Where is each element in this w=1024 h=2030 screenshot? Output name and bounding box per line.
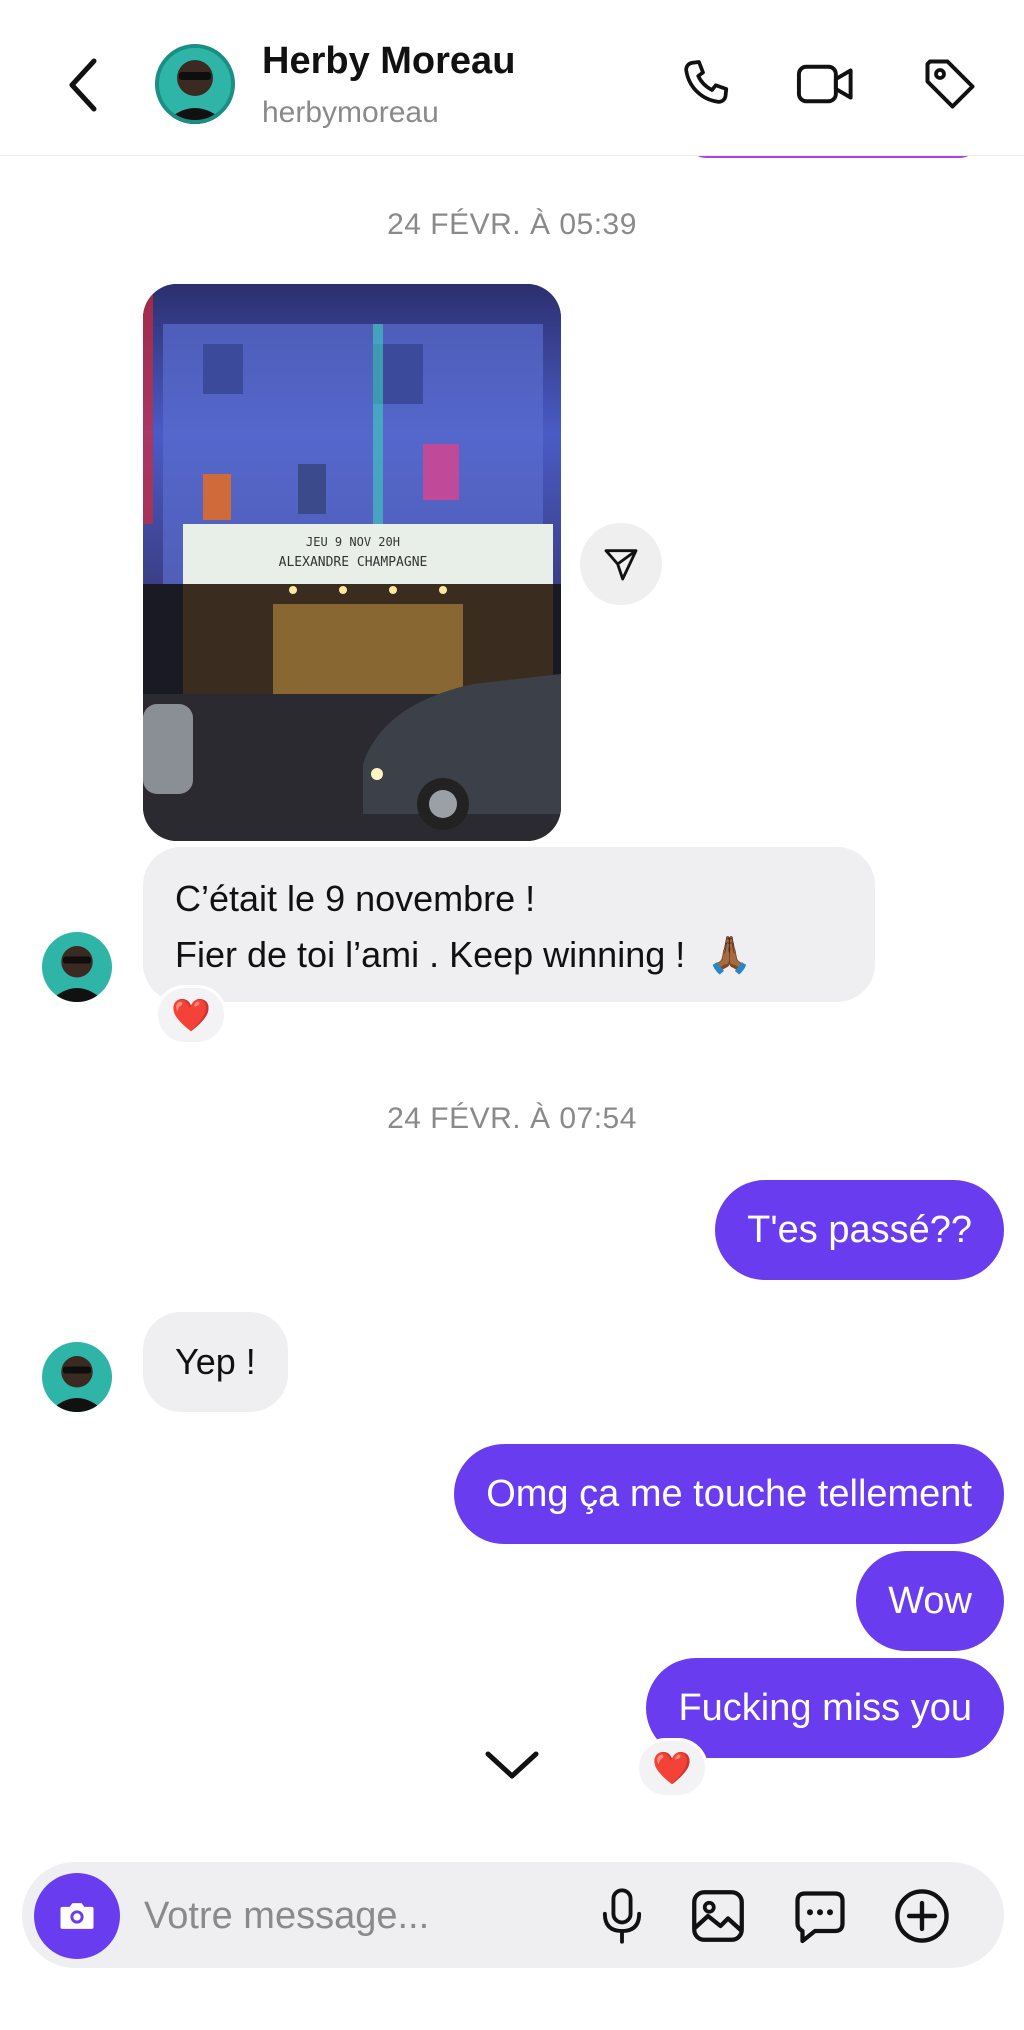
tag-icon bbox=[925, 59, 975, 109]
outgoing-message[interactable]: T'es passé?? bbox=[715, 1180, 1004, 1280]
contact-name[interactable]: Herby Moreau bbox=[262, 40, 515, 83]
heart-reaction[interactable]: ❤️ bbox=[155, 985, 227, 1045]
more-options-button[interactable] bbox=[886, 1880, 958, 1952]
conversation-header: Herby Moreau herbymoreau bbox=[0, 0, 1024, 156]
shared-photo[interactable]: JEU 9 NOV 20H ALEXANDRE CHAMPAGNE bbox=[143, 284, 561, 841]
send-share-icon bbox=[604, 549, 638, 581]
share-button[interactable] bbox=[580, 523, 662, 605]
marquee-line-2: ALEXANDRE CHAMPAGNE bbox=[279, 555, 428, 570]
marquee-line-1: JEU 9 NOV 20H bbox=[306, 535, 400, 549]
contact-avatar[interactable] bbox=[155, 44, 235, 124]
incoming-message[interactable]: Yep ! bbox=[143, 1312, 288, 1412]
contact-avatar-small[interactable] bbox=[42, 1342, 112, 1412]
image-gallery-icon bbox=[692, 1890, 744, 1942]
tag-button[interactable] bbox=[914, 48, 986, 120]
contact-avatar-small[interactable] bbox=[42, 932, 112, 1002]
back-chevron-icon bbox=[69, 58, 97, 112]
scroll-to-bottom-button[interactable] bbox=[477, 1735, 547, 1795]
video-call-button[interactable] bbox=[790, 48, 862, 120]
incoming-message[interactable]: C’était le 9 novembre ! Fier de toi l’am… bbox=[143, 847, 875, 1002]
chevron-down-icon bbox=[485, 1751, 539, 1779]
phone-icon bbox=[684, 60, 729, 104]
video-camera-icon bbox=[796, 64, 853, 104]
message-input[interactable] bbox=[144, 1880, 564, 1952]
outgoing-message[interactable]: Wow bbox=[856, 1551, 1004, 1651]
sticker-button[interactable] bbox=[784, 1880, 856, 1952]
sticker-chat-icon bbox=[795, 1891, 845, 1944]
gallery-button[interactable] bbox=[682, 1880, 754, 1952]
folded-hands-emoji: 🙏🏾 bbox=[707, 934, 753, 975]
timestamp: 24 FÉVR. À 05:39 bbox=[387, 208, 637, 241]
audio-call-button[interactable] bbox=[670, 48, 742, 120]
message-text-line-1: C’était le 9 novembre ! bbox=[175, 878, 536, 919]
camera-button[interactable] bbox=[34, 1873, 120, 1959]
plus-circle-icon bbox=[895, 1889, 949, 1943]
outgoing-message[interactable]: Omg ça me touche tellement bbox=[454, 1444, 1004, 1544]
back-button[interactable] bbox=[58, 50, 108, 120]
camera-icon bbox=[60, 1903, 94, 1929]
microphone-icon bbox=[602, 1888, 642, 1944]
contact-handle[interactable]: herbymoreau bbox=[262, 96, 439, 130]
voice-message-button[interactable] bbox=[586, 1880, 658, 1952]
outgoing-message[interactable]: Fucking miss you bbox=[646, 1658, 1004, 1758]
message-text-line-2: Fier de toi l’ami . Keep winning ! 🙏🏾 bbox=[175, 934, 753, 975]
heart-reaction[interactable]: ❤️ bbox=[636, 1738, 708, 1798]
timestamp: 24 FÉVR. À 07:54 bbox=[387, 1102, 637, 1135]
